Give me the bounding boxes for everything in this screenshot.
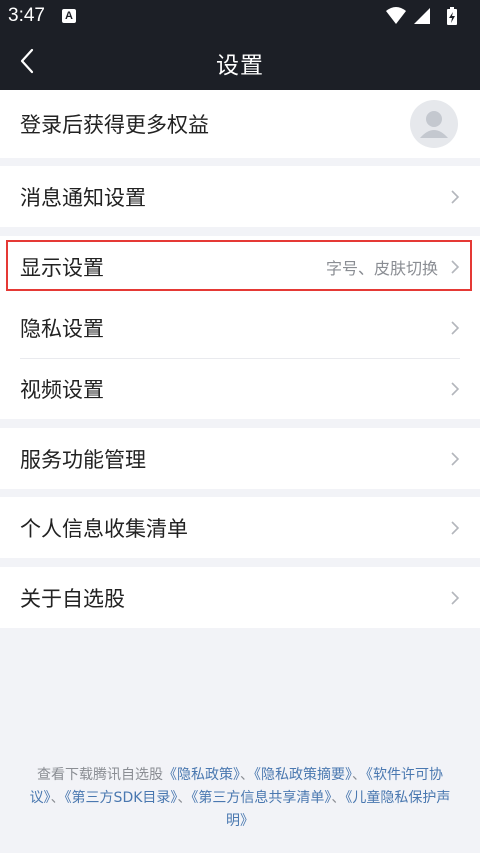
- avatar[interactable]: [410, 100, 458, 148]
- privacy-policy-link[interactable]: 《隐私政策》: [163, 767, 240, 783]
- chevron-right-icon: [451, 520, 460, 535]
- notification-badge-icon: A: [62, 9, 76, 23]
- chevron-right-icon: [451, 381, 460, 396]
- third-party-sdk-link[interactable]: 《第三方SDK目录》: [65, 790, 178, 806]
- chevron-right-icon: [451, 259, 460, 274]
- notification-settings-row[interactable]: 消息通知设置: [0, 166, 480, 227]
- footer-separator: 、: [50, 790, 65, 806]
- chevron-right-icon: [451, 590, 460, 605]
- display-settings-row[interactable]: 显示设置 字号、皮肤切换: [0, 236, 480, 297]
- about-section: 关于自选股: [0, 567, 480, 628]
- signal-icon: [414, 8, 430, 24]
- video-settings-label: 视频设置: [20, 377, 104, 402]
- login-row[interactable]: 登录后获得更多权益: [0, 90, 480, 158]
- legal-footer: 查看下载腾讯自选股《隐私政策》、《隐私政策摘要》、《软件许可协议》、《第三方SD…: [22, 764, 458, 833]
- wifi-icon: [386, 7, 406, 24]
- chevron-right-icon: [451, 189, 460, 204]
- battery-charging-icon: [447, 7, 457, 25]
- privacy-settings-row[interactable]: 隐私设置: [0, 297, 480, 358]
- login-label: 登录后获得更多权益: [20, 113, 209, 137]
- about-label: 关于自选股: [20, 586, 125, 611]
- video-settings-row[interactable]: 视频设置: [0, 358, 480, 419]
- page-title: 设置: [216, 53, 264, 79]
- display-section: 显示设置 字号、皮肤切换 隐私设置 视频设置: [0, 236, 480, 419]
- status-icons: [384, 6, 474, 26]
- user-silhouette-icon: [420, 111, 448, 138]
- privacy-summary-link[interactable]: 《隐私政策摘要》: [254, 767, 352, 783]
- chevron-right-icon: [451, 320, 460, 335]
- notification-section: 消息通知设置: [0, 166, 480, 227]
- login-section: 登录后获得更多权益: [0, 90, 480, 158]
- personal-info-section: 个人信息收集清单: [0, 497, 480, 558]
- third-party-sharing-link[interactable]: 《第三方信息共享清单》: [191, 790, 331, 806]
- personal-info-row[interactable]: 个人信息收集清单: [0, 497, 480, 558]
- status-bar: 3:47 A: [0, 0, 480, 32]
- footer-separator: 、: [177, 790, 192, 806]
- services-section: 服务功能管理: [0, 428, 480, 489]
- footer-separator: 、: [240, 767, 254, 783]
- services-label: 服务功能管理: [20, 447, 146, 472]
- footer-prefix: 查看下载腾讯自选股: [37, 767, 163, 783]
- notification-settings-label: 消息通知设置: [20, 185, 146, 210]
- status-time: 3:47: [8, 5, 45, 26]
- app-header: 设置: [0, 32, 480, 90]
- services-row[interactable]: 服务功能管理: [0, 428, 480, 489]
- display-settings-label: 显示设置: [20, 255, 104, 280]
- personal-info-label: 个人信息收集清单: [20, 516, 188, 541]
- about-row[interactable]: 关于自选股: [0, 567, 480, 628]
- chevron-right-icon: [451, 451, 460, 466]
- footer-separator: 、: [331, 790, 346, 806]
- display-settings-hint: 字号、皮肤切换: [325, 258, 438, 278]
- privacy-settings-label: 隐私设置: [20, 316, 104, 341]
- footer-separator: 、: [352, 767, 366, 783]
